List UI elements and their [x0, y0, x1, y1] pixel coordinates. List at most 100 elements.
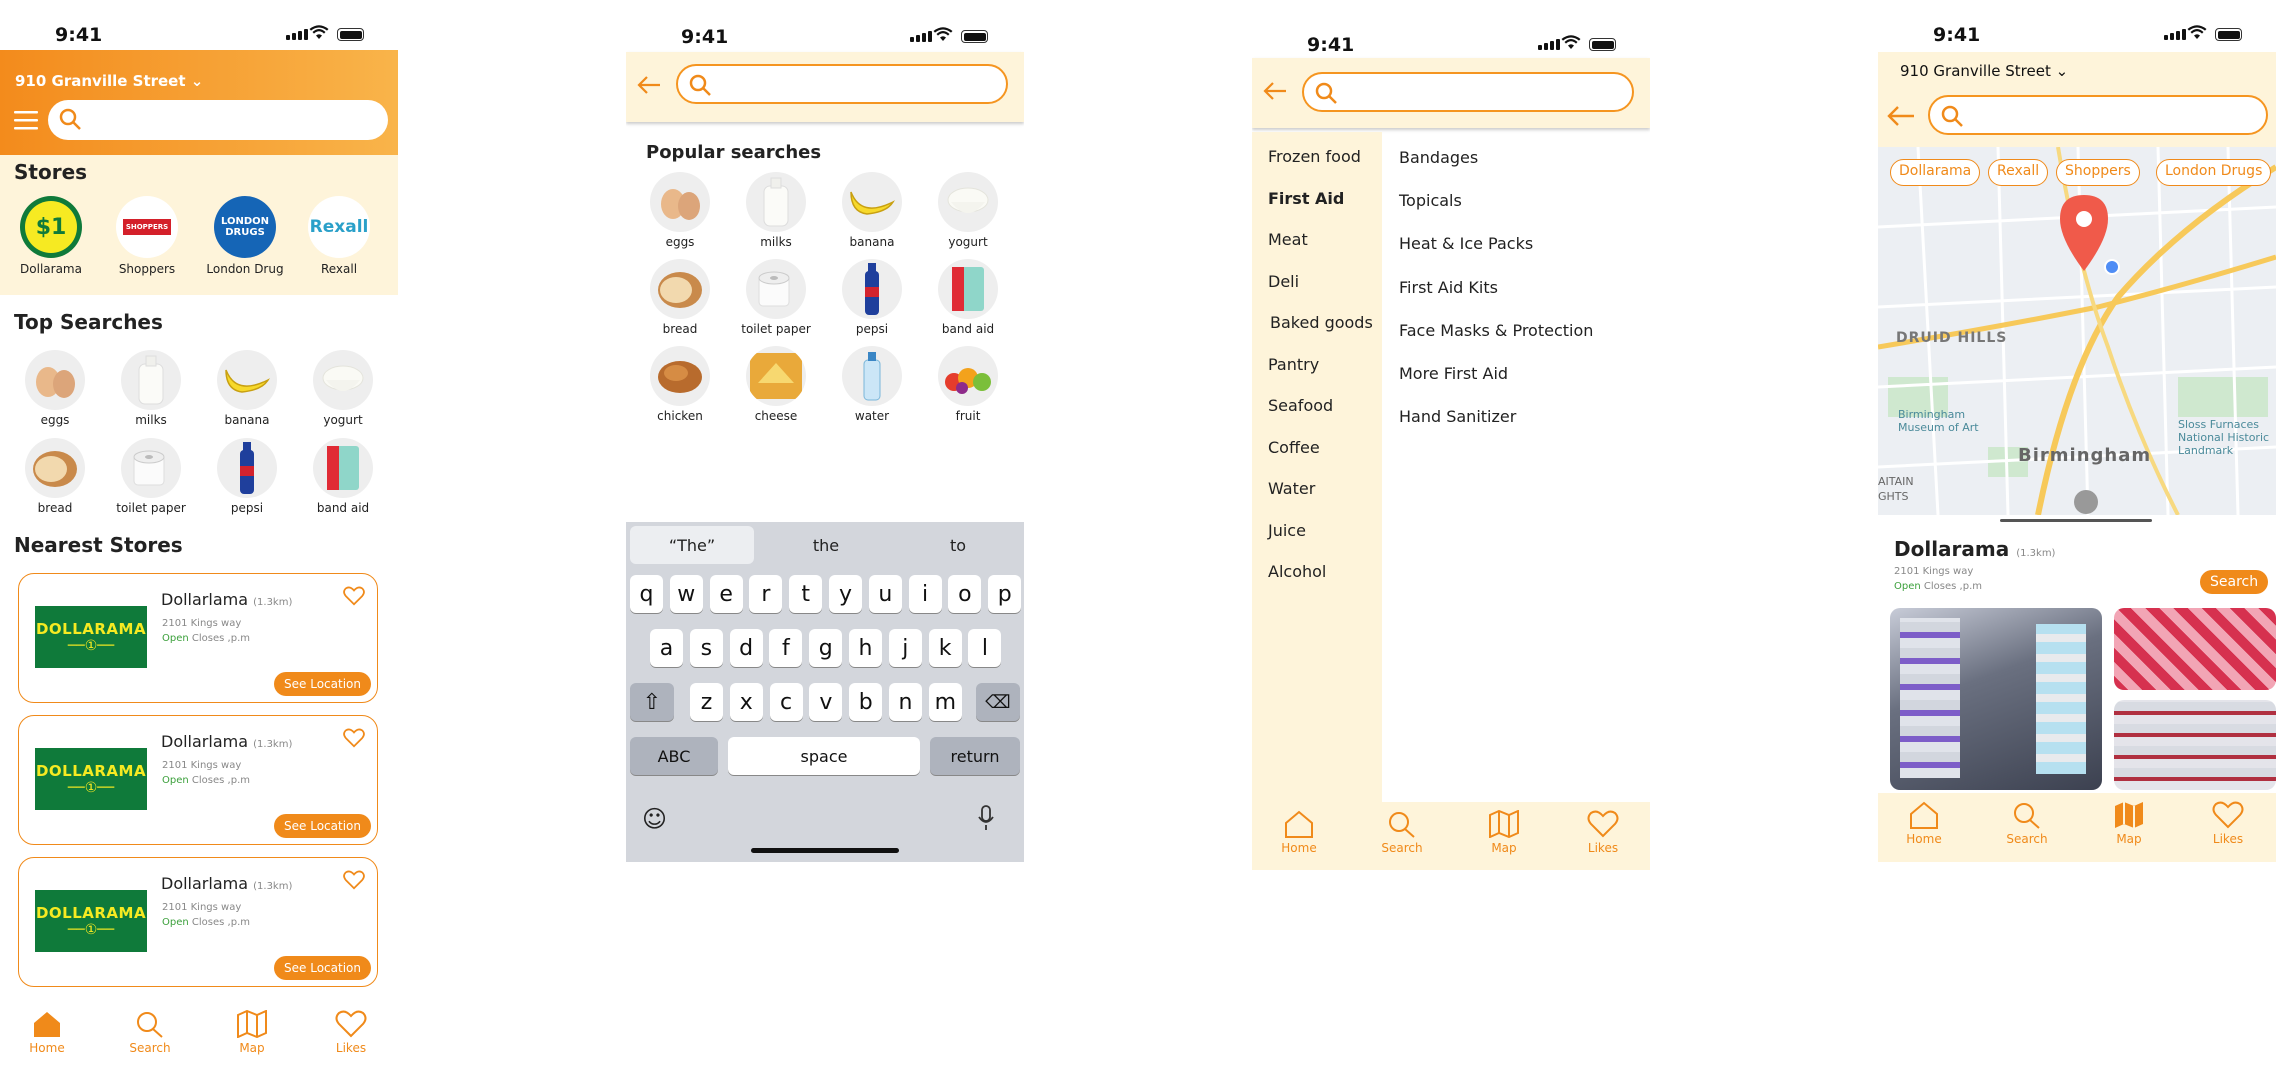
backspace-key[interactable]: ⌫ — [976, 683, 1020, 721]
subcategory-item[interactable]: Topicals — [1399, 191, 1462, 210]
keyboard-suggestion[interactable]: “The” — [630, 526, 754, 564]
back-arrow-icon[interactable] — [1262, 80, 1288, 102]
key-z[interactable]: z — [690, 683, 723, 721]
search-input[interactable] — [48, 100, 388, 140]
category-item[interactable]: Juice — [1268, 521, 1306, 540]
product-tile[interactable]: cheese — [736, 346, 816, 423]
microphone-icon[interactable] — [978, 805, 994, 831]
product-tile[interactable]: banana — [207, 350, 287, 427]
store-filter-chip[interactable]: Dollarama — [1890, 159, 1981, 186]
product-tile[interactable]: yogurt — [928, 172, 1008, 249]
store-card[interactable]: DOLLARAMA ──①── Dollarlama (1.3km) 2101 Kin… — [18, 715, 378, 845]
keyboard-suggestion[interactable]: to — [896, 536, 1020, 555]
tab-map[interactable]: Map — [1469, 810, 1539, 855]
product-tile[interactable]: milks — [111, 350, 191, 427]
key-t[interactable]: t — [789, 575, 823, 613]
heart-icon[interactable] — [343, 728, 365, 748]
category-item[interactable]: Alcohol — [1268, 562, 1326, 581]
key-l[interactable]: l — [968, 629, 1002, 667]
product-tile[interactable]: banana — [832, 172, 912, 249]
shift-key[interactable]: ⇧ — [630, 683, 674, 721]
key-b[interactable]: b — [849, 683, 883, 721]
store-photo[interactable] — [1890, 608, 2102, 790]
store-logo-shoppers[interactable]: SHOPPERS — [116, 196, 178, 258]
tab-home[interactable]: Home — [12, 1010, 82, 1055]
tab-home[interactable]: Home — [1889, 801, 1959, 846]
key-w[interactable]: w — [669, 575, 703, 613]
store-logo-dollarama[interactable]: $1 — [20, 196, 82, 258]
key-d[interactable]: d — [729, 629, 763, 667]
category-item[interactable]: Meat — [1268, 230, 1308, 249]
store-photo[interactable] — [2114, 700, 2276, 790]
category-item[interactable]: First Aid — [1268, 189, 1344, 208]
tab-search[interactable]: Search — [1367, 810, 1437, 855]
heart-icon[interactable] — [343, 586, 365, 606]
keyboard-suggestion[interactable]: the — [762, 536, 890, 555]
subcategory-item[interactable]: Heat & Ice Packs — [1399, 234, 1533, 253]
category-item[interactable]: Coffee — [1268, 438, 1320, 457]
store-card[interactable]: DOLLARAMA ──①── Dollarlama (1.3km) 2101 Kin… — [18, 573, 378, 703]
product-tile[interactable]: milks — [736, 172, 816, 249]
key-r[interactable]: r — [749, 575, 783, 613]
store-logo-rexall[interactable]: Rexall — [308, 196, 370, 258]
tab-likes[interactable]: Likes — [316, 1010, 386, 1055]
product-tile[interactable]: chicken — [640, 346, 720, 423]
address-selector[interactable]: 910 Granville Street ⌄ — [15, 72, 203, 90]
back-arrow-icon[interactable] — [636, 74, 662, 96]
space-key[interactable]: space — [728, 737, 920, 775]
store-search-button[interactable]: Search — [2200, 570, 2269, 594]
product-tile[interactable]: water — [832, 346, 912, 423]
key-k[interactable]: k — [928, 629, 962, 667]
key-y[interactable]: y — [829, 575, 862, 613]
back-arrow-icon[interactable] — [1886, 104, 1916, 128]
store-filter-chip[interactable]: London Drugs — [2156, 159, 2272, 186]
product-tile[interactable]: pepsi — [207, 438, 287, 515]
key-i[interactable]: i — [908, 575, 942, 613]
key-g[interactable]: g — [809, 629, 843, 667]
tab-likes[interactable]: Likes — [1568, 810, 1638, 855]
store-logo-london-drug[interactable]: LONDON DRUGS — [214, 196, 276, 258]
category-item[interactable]: Seafood — [1268, 396, 1333, 415]
subcategory-item[interactable]: First Aid Kits — [1399, 278, 1498, 297]
product-tile[interactable]: eggs — [15, 350, 95, 427]
key-h[interactable]: h — [849, 629, 882, 667]
key-u[interactable]: u — [868, 575, 902, 613]
see-location-button[interactable]: See Location — [274, 956, 371, 980]
category-item[interactable]: Deli — [1268, 272, 1299, 291]
key-x[interactable]: x — [729, 683, 763, 721]
key-q[interactable]: q — [630, 575, 663, 613]
product-tile[interactable]: bread — [640, 259, 720, 336]
tab-search[interactable]: Search — [1992, 801, 2062, 846]
category-item[interactable]: Frozen food — [1268, 147, 1361, 166]
subcategory-item[interactable]: Face Masks & Protection — [1399, 321, 1593, 340]
key-o[interactable]: o — [948, 575, 982, 613]
see-location-button[interactable]: See Location — [274, 814, 371, 838]
product-tile[interactable]: bread — [15, 438, 95, 515]
key-p[interactable]: p — [988, 575, 1022, 613]
store-photo[interactable] — [2114, 608, 2276, 690]
key-c[interactable]: c — [769, 683, 803, 721]
key-s[interactable]: s — [689, 629, 723, 667]
abc-key[interactable]: ABC — [630, 737, 718, 775]
address-selector[interactable]: 910 Granville Street ⌄ — [1900, 62, 2068, 80]
key-j[interactable]: j — [888, 629, 922, 667]
category-item[interactable]: Baked goods — [1270, 313, 1373, 332]
key-v[interactable]: v — [809, 683, 843, 721]
tab-likes[interactable]: Likes — [2193, 801, 2263, 846]
product-tile[interactable]: band aid — [928, 259, 1008, 336]
emoji-icon[interactable]: ☺ — [642, 805, 667, 833]
heart-icon[interactable] — [343, 870, 365, 890]
key-n[interactable]: n — [889, 683, 922, 721]
category-item[interactable]: Water — [1268, 479, 1315, 498]
store-filter-chip[interactable]: Rexall — [1988, 159, 2049, 186]
tab-map[interactable]: Map — [217, 1010, 287, 1055]
key-a[interactable]: a — [650, 629, 683, 667]
subcategory-item[interactable]: More First Aid — [1399, 364, 1508, 383]
tab-map[interactable]: Map — [2094, 801, 2164, 846]
sheet-handle[interactable] — [2000, 519, 2152, 522]
key-f[interactable]: f — [769, 629, 803, 667]
see-location-button[interactable]: See Location — [274, 672, 371, 696]
product-tile[interactable]: yogurt — [303, 350, 383, 427]
product-tile[interactable]: toilet paper — [111, 438, 191, 515]
product-tile[interactable]: eggs — [640, 172, 720, 249]
